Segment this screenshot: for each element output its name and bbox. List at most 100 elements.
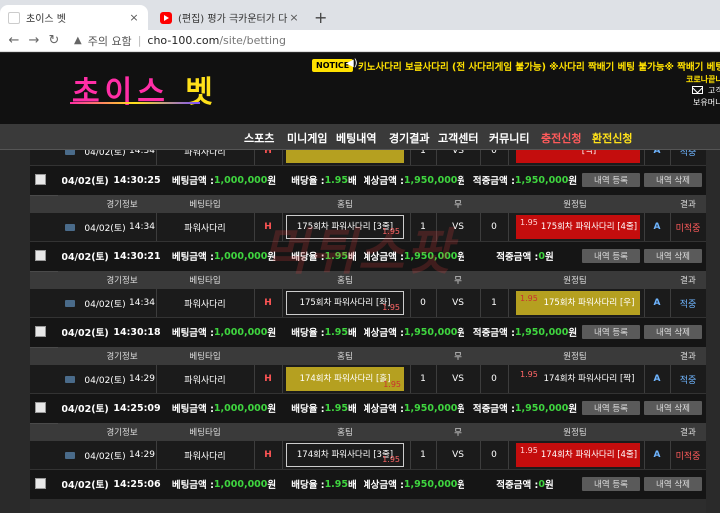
header-bet-type: 베팅타입	[156, 423, 254, 441]
column-divider	[670, 365, 671, 393]
won-amount: 적중금액 : 0원	[470, 241, 580, 271]
column-divider	[480, 365, 481, 393]
away-pick[interactable]: 1.95 174회차 파워사다리 [짝]	[516, 367, 640, 391]
home-pick[interactable]: 175회차 파워사다리 [좌] 1.95	[286, 291, 404, 315]
game-date: 04/02(토)	[84, 150, 126, 158]
nav-deposit[interactable]: 충전신청	[541, 130, 581, 146]
odds-rate-value: 1.95	[324, 478, 349, 490]
nav-game-results[interactable]: 경기결과	[389, 130, 429, 146]
nav-bet-history[interactable]: 베팅내역	[336, 130, 376, 146]
delete-history-button[interactable]: 내역 삭제	[644, 249, 702, 263]
nav-withdraw[interactable]: 환전신청	[592, 130, 632, 146]
game-logo	[58, 213, 84, 241]
site-header: 초이스 벳 NOTICE ◀) 키노사다리 보글사다리 (전 사다리게임 불가능…	[0, 53, 720, 124]
browser-tab-youtube[interactable]: (편집) 평가 극카운터가 다리우스 ×	[152, 5, 308, 30]
browser-tab-active[interactable]: 초이스 벳 ×	[0, 5, 148, 30]
away-marker: A	[653, 374, 661, 384]
expected-amount: 예상금액 : 1,950,000 원	[364, 469, 464, 499]
forward-arrow-icon[interactable]: →	[24, 33, 44, 48]
bet-select-checkbox[interactable]	[35, 402, 46, 413]
nav-customer-center[interactable]: 고객센터	[438, 130, 478, 146]
column-divider	[156, 289, 157, 317]
bet-select-checkbox[interactable]	[35, 478, 46, 489]
bet-amount-unit: 원	[267, 252, 277, 263]
won-amount-unit: 원	[544, 480, 554, 491]
won-amount: 적중금액 : 1,950,000 원	[470, 317, 580, 347]
register-history-button[interactable]: 내역 등록	[582, 325, 640, 339]
away-pick[interactable]: 1.95 175회차 파워사다리 [4줄]	[516, 215, 640, 239]
register-history-button[interactable]: 내역 등록	[582, 249, 640, 263]
game-time: 14:29	[129, 450, 155, 460]
nav-minigame[interactable]: 미니게임	[287, 130, 327, 146]
back-arrow-icon[interactable]: ←	[4, 33, 24, 48]
delete-history-button[interactable]: 내역 삭제	[644, 325, 702, 339]
column-divider	[156, 150, 157, 165]
column-divider	[254, 365, 255, 393]
home-marker: H	[264, 374, 272, 384]
won-amount-unit: 원	[568, 328, 578, 339]
reload-icon[interactable]: ↻	[44, 33, 64, 48]
bet-amount: 베팅금액 : 1,000,000 원	[170, 393, 278, 423]
nav-community[interactable]: 커뮤니티	[489, 130, 529, 146]
bet-result: 적중	[679, 375, 697, 386]
won-amount-unit: 원	[568, 404, 578, 415]
expected-amount-value: 1,950,000	[403, 174, 458, 186]
bet-amount-label: 베팅금액 :	[171, 176, 214, 187]
odds-rate: 배당율 : 1.95 배	[286, 165, 362, 195]
delete-history-button[interactable]: 내역 삭제	[644, 401, 702, 415]
bet-time: 14:25:09	[113, 402, 161, 414]
home-score: 1	[420, 374, 426, 384]
header-bet-type: 베팅타입	[156, 347, 254, 365]
header-result: 결과	[670, 271, 706, 289]
bet-select-checkbox[interactable]	[35, 250, 46, 261]
tab-title: 초이스 벳	[26, 14, 66, 25]
home-pick[interactable]	[286, 150, 404, 163]
register-history-button[interactable]: 내역 등록	[582, 173, 640, 187]
away-odds: 1.95	[520, 370, 538, 379]
new-tab-button[interactable]: +	[314, 8, 327, 27]
column-divider	[282, 150, 283, 165]
away-score: 0	[491, 222, 497, 232]
header-bet-type: 베팅타입	[156, 271, 254, 289]
home-score: 0	[420, 298, 426, 308]
delete-history-button[interactable]: 내역 삭제	[644, 173, 702, 187]
close-icon[interactable]: ×	[288, 11, 300, 24]
away-score: 1	[491, 298, 497, 308]
left-margin	[0, 150, 30, 513]
home-pick[interactable]: 174회차 파워사다리 [홀] 1.95	[286, 367, 404, 391]
column-divider	[254, 213, 255, 241]
bet-select-checkbox[interactable]	[35, 326, 46, 337]
header-away: 원정팀	[480, 195, 670, 213]
close-icon[interactable]: ×	[128, 11, 140, 24]
mail-icon[interactable]	[692, 86, 703, 94]
bet-select-checkbox[interactable]	[35, 174, 46, 185]
delete-history-button[interactable]: 내역 삭제	[644, 477, 702, 491]
url-field[interactable]: ▲ 주의 요함 | cho-100.com /site/betting	[74, 33, 286, 49]
column-divider	[480, 213, 481, 241]
home-pick[interactable]: 174회차 파워사다리 [3줄] 1.95	[286, 443, 404, 467]
home-pick-label: 174회차 파워사다리 [홀]	[299, 374, 391, 384]
url-path: /site/betting	[219, 34, 286, 47]
site-logo[interactable]: 초이스 벳	[72, 67, 218, 111]
register-history-button[interactable]: 내역 등록	[582, 401, 640, 415]
nav-sports[interactable]: 스포츠	[244, 130, 274, 146]
away-pick[interactable]: [짝]	[516, 150, 640, 163]
won-amount-value: 1,950,000	[514, 402, 569, 414]
game-date: 04/02(토)	[84, 375, 126, 386]
register-history-button[interactable]: 내역 등록	[582, 477, 640, 491]
odds-rate: 배당율 : 1.95 배	[286, 241, 362, 271]
home-pick[interactable]: 175회차 파워사다리 [3줄] 1.95	[286, 215, 404, 239]
bet-amount-value: 1,000,000	[213, 250, 268, 262]
away-pick[interactable]: 1.95 174회차 파워사다리 [4줄]	[516, 443, 640, 467]
away-pick[interactable]: 1.95 175회차 파워사다리 [우]	[516, 291, 640, 315]
notice-ticker: 키노사다리 보글사다리 (전 사다리게임 불가능) ※사다리 짝배기 베팅 불가…	[358, 62, 720, 73]
home-odds: 1.95	[383, 380, 401, 389]
bet-result: 적중	[679, 150, 697, 158]
vs-label: VS	[452, 298, 464, 308]
expected-amount-label: 예상금액 :	[364, 176, 404, 187]
away-pick-label: 175회차 파워사다리 [우]	[543, 298, 635, 308]
expected-amount-unit: 원	[457, 328, 464, 339]
column-divider	[410, 289, 411, 317]
column-divider	[410, 365, 411, 393]
browser-tab-bar: 초이스 벳 × (편집) 평가 극카운터가 다리우스 × +	[0, 0, 720, 30]
